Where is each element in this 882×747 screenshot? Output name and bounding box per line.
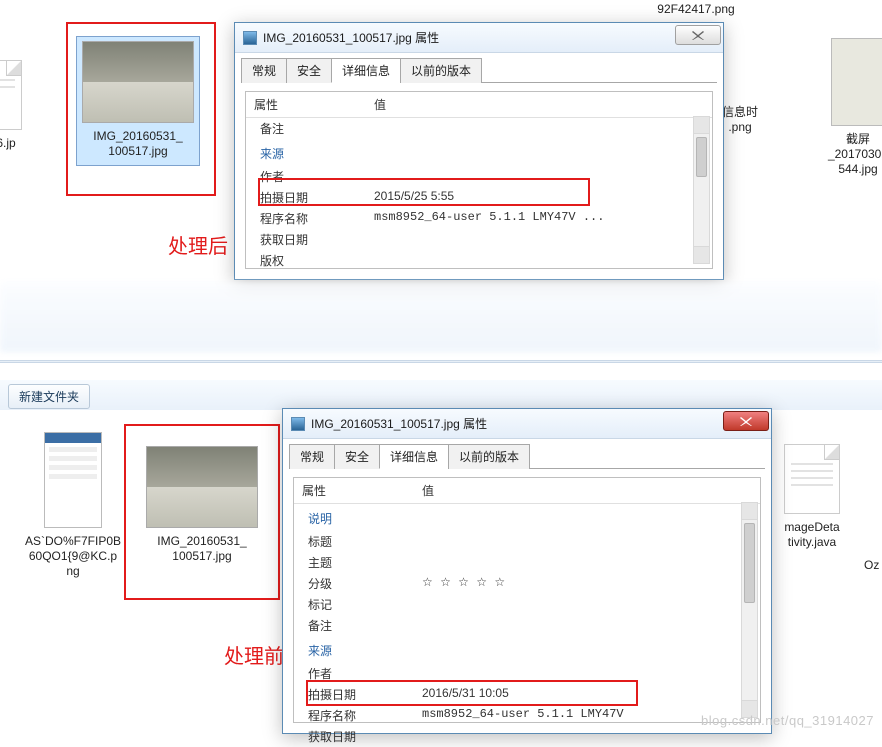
file-label: 截屏_20170302544.jpg bbox=[818, 132, 882, 177]
tab-previous-versions[interactable]: 以前的版本 bbox=[448, 444, 530, 469]
property-row: 程序名称msm8952_64-user 5.1.1 LMY47V bbox=[294, 705, 760, 726]
close-button[interactable] bbox=[723, 411, 769, 431]
watermark-text: blog.csdn.net/qq_31914027 bbox=[701, 713, 874, 728]
file-item[interactable]: mageDetativity.java bbox=[772, 444, 852, 550]
file-label: AS`DO%F7FIP0B60QO1{9@KC.png bbox=[22, 534, 124, 579]
window-divider bbox=[0, 360, 882, 363]
section-source: 来源 bbox=[246, 139, 712, 166]
scroll-down-icon[interactable] bbox=[694, 246, 709, 263]
file-item[interactable]: IMG_20160531_100517.jpg bbox=[140, 446, 264, 564]
property-row: 备注 bbox=[294, 615, 760, 636]
property-row: 标题 bbox=[294, 531, 760, 552]
new-folder-button[interactable]: 新建文件夹 bbox=[8, 384, 90, 409]
file-label: Oz bbox=[864, 558, 879, 573]
section-source: 来源 bbox=[294, 636, 760, 663]
file-label: -1.0.6.jpg bbox=[0, 136, 44, 166]
tab-security[interactable]: 安全 bbox=[334, 444, 380, 469]
header-property: 属性 bbox=[254, 96, 374, 113]
file-item-selected[interactable]: IMG_20160531_100517.jpg bbox=[76, 36, 200, 166]
tab-details[interactable]: 详细信息 bbox=[331, 58, 401, 83]
tab-general[interactable]: 常规 bbox=[241, 58, 287, 83]
property-row: 程序名称msm8952_64-user 5.1.1 LMY47V ... bbox=[246, 208, 712, 229]
close-icon bbox=[737, 416, 755, 426]
scrollbar[interactable] bbox=[693, 116, 710, 264]
window-title: IMG_20160531_100517.jpg 属性 bbox=[311, 415, 487, 432]
tab-strip: 常规 安全 详细信息 以前的版本 bbox=[235, 53, 723, 82]
blurred-region bbox=[0, 282, 882, 352]
property-row-shot-date: 拍摄日期2016/5/31 10:05 bbox=[294, 684, 760, 705]
file-item[interactable]: -1.0.6.jpg bbox=[0, 60, 44, 166]
file-item[interactable]: AS`DO%F7FIP0B60QO1{9@KC.png bbox=[22, 432, 124, 579]
property-row: 获取日期 bbox=[294, 726, 760, 747]
window-icon bbox=[291, 417, 305, 431]
close-button[interactable] bbox=[675, 25, 721, 45]
tab-details[interactable]: 详细信息 bbox=[379, 444, 449, 469]
tab-general[interactable]: 常规 bbox=[289, 444, 335, 469]
property-row-shot-date: 拍摄日期2015/5/25 5:55 bbox=[246, 187, 712, 208]
file-thumbnail bbox=[831, 38, 882, 126]
file-thumbnail bbox=[146, 446, 258, 528]
property-row: 备注 bbox=[246, 118, 712, 139]
property-row: 作者 bbox=[246, 166, 712, 187]
header-property: 属性 bbox=[302, 482, 422, 499]
file-thumbnail bbox=[44, 432, 102, 528]
explorer-toolbar: 新建文件夹 bbox=[0, 380, 882, 410]
scroll-up-icon[interactable] bbox=[742, 503, 757, 520]
window-titlebar[interactable]: IMG_20160531_100517.jpg 属性 bbox=[283, 409, 771, 439]
annotation-label-after: 处理后 bbox=[168, 230, 228, 259]
annotation-label-before: 处理前 bbox=[224, 640, 284, 669]
property-row: 标记 bbox=[294, 594, 760, 615]
property-row: 获取日期 bbox=[246, 229, 712, 250]
property-row: 作者 bbox=[294, 663, 760, 684]
close-icon bbox=[690, 30, 706, 40]
header-value: 值 bbox=[422, 482, 760, 499]
property-row: 主题 bbox=[294, 552, 760, 573]
properties-window-after: IMG_20160531_100517.jpg 属性 常规 安全 详细信息 以前… bbox=[234, 22, 724, 280]
scroll-thumb[interactable] bbox=[696, 137, 707, 177]
property-row-rating: 分级☆ ☆ ☆ ☆ ☆ bbox=[294, 573, 760, 594]
property-row: 版权 bbox=[246, 250, 712, 271]
scroll-thumb[interactable] bbox=[744, 523, 755, 603]
window-icon bbox=[243, 31, 257, 45]
file-thumbnail bbox=[784, 444, 840, 514]
tab-strip: 常规 安全 详细信息 以前的版本 bbox=[283, 439, 771, 468]
file-item[interactable]: 截屏_20170302544.jpg bbox=[818, 38, 882, 177]
file-label: 92F42417.png bbox=[636, 2, 756, 17]
header-value: 值 bbox=[374, 96, 712, 113]
tab-previous-versions[interactable]: 以前的版本 bbox=[400, 58, 482, 83]
property-list-header: 属性 值 bbox=[294, 478, 760, 504]
section-description: 说明 bbox=[294, 504, 760, 531]
file-label: IMG_20160531_100517.jpg bbox=[81, 129, 195, 159]
property-list-header: 属性 值 bbox=[246, 92, 712, 118]
scroll-up-icon[interactable] bbox=[694, 117, 709, 134]
file-thumbnail bbox=[82, 41, 194, 123]
window-titlebar[interactable]: IMG_20160531_100517.jpg 属性 bbox=[235, 23, 723, 53]
file-thumbnail bbox=[0, 60, 22, 130]
rating-stars[interactable]: ☆ ☆ ☆ ☆ ☆ bbox=[422, 575, 760, 592]
file-label: mageDetativity.java bbox=[772, 520, 852, 550]
window-title: IMG_20160531_100517.jpg 属性 bbox=[263, 29, 439, 46]
scrollbar[interactable] bbox=[741, 502, 758, 718]
properties-window-before: IMG_20160531_100517.jpg 属性 常规 安全 详细信息 以前… bbox=[282, 408, 772, 734]
file-label: IMG_20160531_100517.jpg bbox=[140, 534, 264, 564]
tab-security[interactable]: 安全 bbox=[286, 58, 332, 83]
